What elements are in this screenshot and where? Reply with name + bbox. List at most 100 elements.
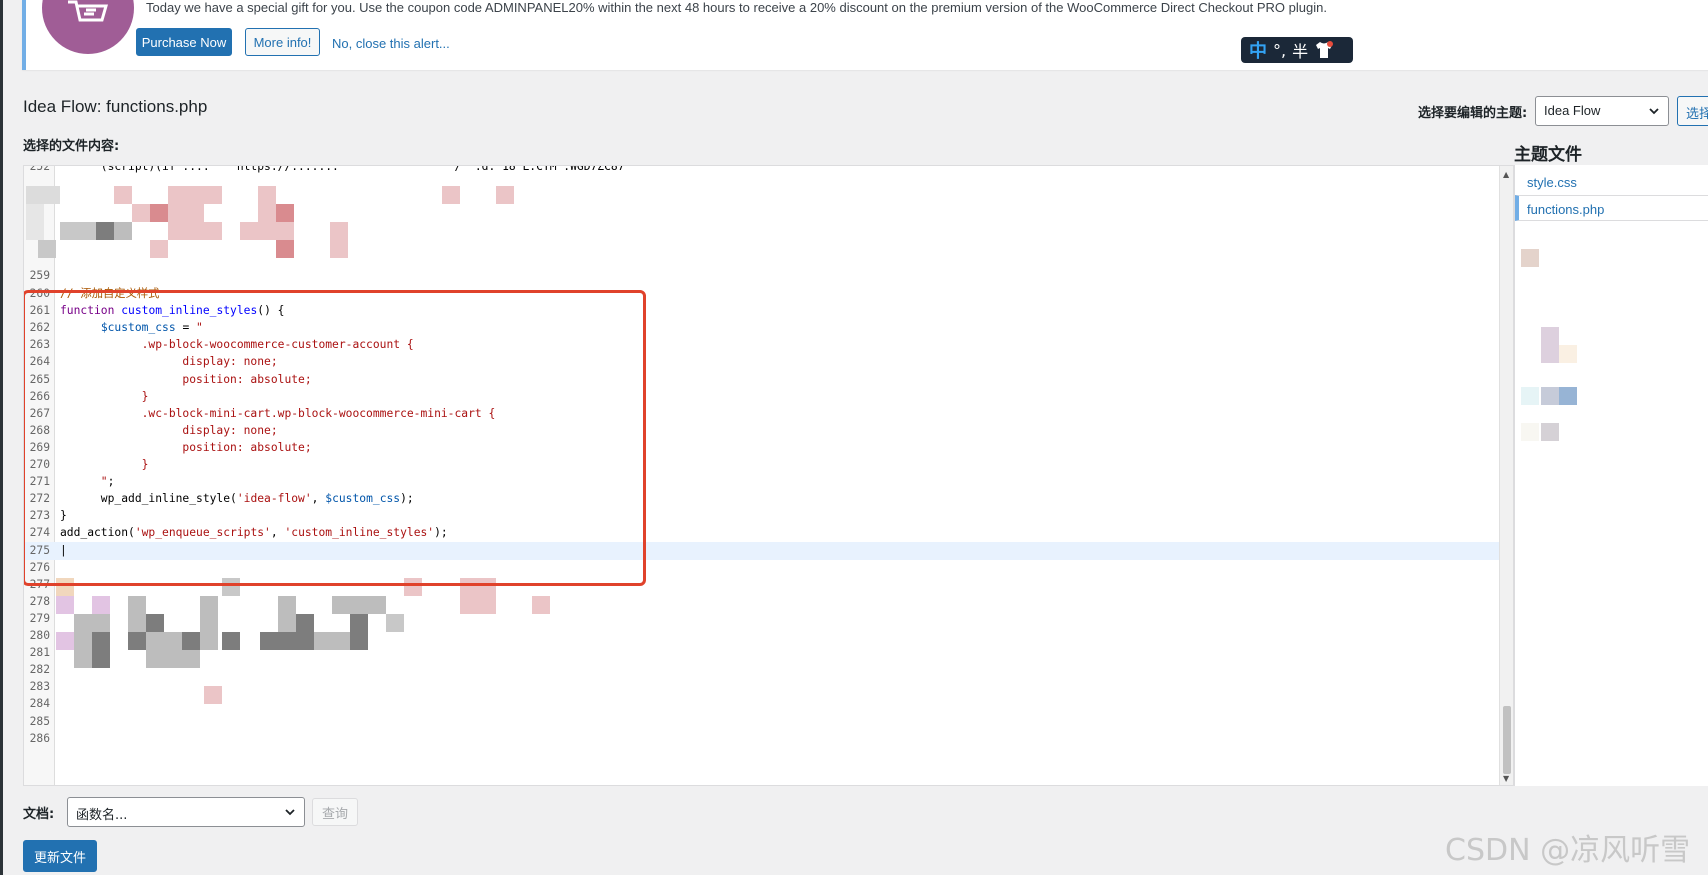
close-alert-link[interactable]: No, close this alert... xyxy=(332,36,450,51)
editor-scrollbar[interactable]: ▲ ▼ xyxy=(1499,166,1513,785)
line-number: 273 xyxy=(29,509,50,523)
line-number: 272 xyxy=(29,492,50,506)
code-line[interactable]: 266 } xyxy=(24,388,1499,406)
code-text: "; xyxy=(60,475,115,489)
code-line[interactable]: 276 xyxy=(24,559,1499,577)
code-line[interactable]: 263 .wp-block-woocommerce-customer-accou… xyxy=(24,336,1499,354)
code-line[interactable]: 284 xyxy=(24,695,1499,713)
code-line[interactable]: 275 | xyxy=(24,541,1499,560)
line-number: 282 xyxy=(29,663,50,677)
code-editor[interactable]: 252 (script)(if .... "https://....... / … xyxy=(23,165,1514,786)
scroll-down-icon[interactable]: ▼ xyxy=(1503,774,1509,783)
line-number: 267 xyxy=(29,406,50,420)
line-number: 274 xyxy=(29,526,50,540)
code-line[interactable]: 262 $custom_css = " xyxy=(24,319,1499,337)
scroll-up-icon[interactable]: ▲ xyxy=(1503,170,1509,179)
admin-menu-edge xyxy=(0,0,3,875)
code-text: (script)(if .... "https://....... / .d. … xyxy=(60,165,632,173)
promo-notice: Today we have a special gift for you. Us… xyxy=(22,0,1708,70)
code-line[interactable]: 269 position: absolute; xyxy=(24,439,1499,457)
line-number: 270 xyxy=(29,458,50,471)
scrollbar-thumb[interactable] xyxy=(1503,706,1511,774)
ime-width[interactable]: 半 xyxy=(1292,38,1308,62)
code-text: function custom_inline_styles() { xyxy=(60,304,285,318)
code-line[interactable]: 278 xyxy=(24,593,1499,611)
text-cursor: | xyxy=(60,543,67,557)
ime-mode[interactable]: 中 xyxy=(1249,37,1267,63)
code-line[interactable]: 282 xyxy=(24,661,1499,679)
line-number: 269 xyxy=(29,440,50,454)
code-line[interactable]: 264 display: none; xyxy=(24,353,1499,371)
line-number: 266 xyxy=(29,389,50,403)
theme-files-title: 主题文件 xyxy=(1514,145,1582,165)
line-number: 285 xyxy=(29,714,50,728)
line-number: 261 xyxy=(29,304,50,318)
line-number: 278 xyxy=(29,594,50,608)
code-text: } xyxy=(60,458,149,471)
code-text: display: none; xyxy=(60,423,278,437)
line-number: 286 xyxy=(29,731,50,745)
code-text: position: absolute; xyxy=(60,440,312,454)
code-line[interactable]: 271 "; xyxy=(24,473,1499,491)
code-line[interactable]: 268 display: none; xyxy=(24,422,1499,440)
lookup-button[interactable]: 查询 xyxy=(312,798,358,826)
code-text: // 添加自定义样式 xyxy=(60,287,160,300)
file-item-style-css[interactable]: style.css xyxy=(1515,169,1708,195)
code-text: $custom_css = " xyxy=(100,321,203,335)
code-line[interactable]: 283 xyxy=(24,678,1499,696)
cart-icon xyxy=(68,0,108,22)
doc-label: 文档: xyxy=(23,807,55,822)
code-text: } xyxy=(60,509,67,523)
purchase-now-button[interactable]: Purchase Now xyxy=(136,28,232,56)
line-number: 268 xyxy=(29,423,50,437)
file-item-functions-php[interactable]: functions.php xyxy=(1515,195,1708,221)
code-line[interactable]: 281 xyxy=(24,644,1499,662)
ime-toolbar[interactable]: 中 °, 半 xyxy=(1241,37,1353,63)
code-line[interactable]: 260 // 添加自定义样式 xyxy=(24,285,1499,303)
code-line[interactable]: 261 function custom_inline_styles() { xyxy=(24,302,1499,320)
line-number: 281 xyxy=(29,646,50,660)
line-number: 263 xyxy=(29,338,50,352)
chevron-down-icon xyxy=(1649,108,1659,115)
line-number: 277 xyxy=(29,577,50,591)
code-line[interactable]: 274 add_action('wp_enqueue_scripts', 'cus… xyxy=(24,524,1499,542)
theme-select-label: 选择要编辑的主题: xyxy=(1418,106,1528,121)
update-file-button[interactable]: 更新文件 xyxy=(23,840,97,872)
code-text: position: absolute; xyxy=(60,372,312,386)
line-number: 271 xyxy=(29,475,50,489)
theme-select[interactable]: Idea Flow xyxy=(1535,96,1669,126)
code-text: wp_add_inline_style('idea-flow', $custom… xyxy=(60,492,414,506)
code-line[interactable]: 286 xyxy=(24,730,1499,748)
code-line[interactable]: 279 xyxy=(24,610,1499,628)
code-text: .wc-block-mini-cart.wp-block-woocommerce… xyxy=(60,406,496,420)
select-theme-button[interactable]: 选择 xyxy=(1677,96,1708,126)
code-line[interactable]: 252 (script)(if .... "https://....... / … xyxy=(24,165,1499,176)
code-line[interactable]: 277 xyxy=(24,576,1499,594)
code-line[interactable]: 259 xyxy=(24,267,1499,285)
notice-text: Today we have a special gift for you. Us… xyxy=(146,0,1327,15)
more-info-button[interactable]: More info! xyxy=(245,28,320,56)
code-line[interactable]: 280 xyxy=(24,627,1499,645)
code-line[interactable]: 267 .wc-block-mini-cart.wp-block-woocomm… xyxy=(24,405,1499,423)
code-line[interactable]: 285 xyxy=(24,713,1499,731)
code-line[interactable]: 270 } xyxy=(24,456,1499,474)
csdn-watermark: CSDN @凉风听雪 xyxy=(1445,833,1691,868)
line-number: 284 xyxy=(29,697,50,711)
code-line[interactable]: 273} xyxy=(24,507,1499,525)
shirt-icon[interactable] xyxy=(1314,41,1334,59)
line-number: 275 xyxy=(29,543,50,557)
theme-select-value: Idea Flow xyxy=(1544,103,1601,118)
chevron-down-icon xyxy=(285,809,295,816)
code-text: | xyxy=(60,542,67,560)
function-name-select[interactable]: 函数名... xyxy=(67,797,305,827)
line-number: 279 xyxy=(29,611,50,625)
ime-punct[interactable]: °, xyxy=(1273,41,1286,60)
code-line[interactable]: 265 position: absolute; xyxy=(24,371,1499,389)
line-number: 265 xyxy=(29,372,50,386)
code-line[interactable]: 272 wp_add_inline_style('idea-flow', $cu… xyxy=(24,490,1499,508)
function-name-placeholder: 函数名... xyxy=(76,808,128,823)
theme-file-list: style.css functions.php xyxy=(1514,165,1708,786)
line-number: 264 xyxy=(29,355,50,369)
plugin-logo xyxy=(42,0,134,54)
line-number: 259 xyxy=(29,269,50,282)
